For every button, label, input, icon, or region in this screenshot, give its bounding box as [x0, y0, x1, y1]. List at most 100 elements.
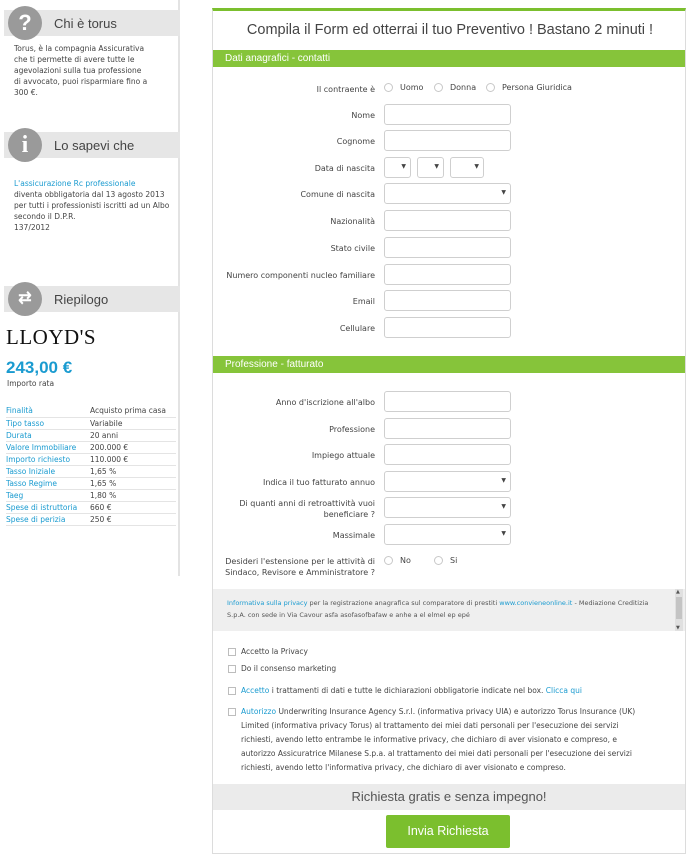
summary-table: Finalità Acquisto prima casa Tipo tasso Va… — [6, 405, 176, 527]
table-row: Finalità Acquisto prima casa — [6, 405, 176, 418]
section-title: Riepilogo — [54, 292, 109, 307]
accetto-privacy-checkbox[interactable] — [228, 648, 236, 656]
label-componenti-nucleo: Numero componenti nucleo familiare — [226, 271, 375, 280]
chi-e-torus-text: Torus, è la compagnia Assicurativa che t… — [14, 44, 148, 97]
radio-uomo[interactable]: Uomo — [384, 83, 423, 92]
birth-day-select[interactable]: ▼ — [384, 157, 411, 178]
price-value: 243,00 € — [6, 358, 73, 377]
radio-circle[interactable] — [486, 83, 495, 92]
table-row: Spese di perizia 250 € — [6, 513, 176, 527]
radio-circle[interactable] — [384, 556, 393, 565]
label-email: Email — [352, 297, 375, 306]
impiego-attuale-input[interactable] — [384, 444, 511, 465]
trattamenti-label: Accetto i trattamenti di dati e tutte le… — [241, 686, 583, 695]
radio-circle[interactable] — [434, 556, 443, 565]
accetto-link[interactable]: Accetto — [241, 686, 269, 695]
autorizzo-link[interactable]: Autorizzo — [241, 707, 276, 716]
question-icon: ? — [8, 6, 42, 40]
table-row: Spese di istruttoria 660 € — [6, 501, 176, 515]
label-comune-nascita: Comune di nascita — [300, 190, 375, 199]
privacy-link[interactable]: Informativa sulla privacy — [227, 599, 307, 607]
label-nazionalita: Nazionalità — [330, 217, 375, 226]
label-cellulare: Cellulare — [339, 324, 375, 333]
privacy-scrollbar[interactable]: ▲ ▼ — [675, 589, 683, 631]
accetto-privacy-label: Accetto la Privacy — [241, 647, 308, 656]
sidebar: ? Chi è torus Torus, è la compagnia Assi… — [0, 0, 180, 576]
chevron-down-icon: ▼ — [474, 163, 479, 170]
chevron-down-icon: ▼ — [501, 530, 506, 537]
label-estensione: Desideri l'estensione per le attività di… — [225, 557, 375, 577]
cta-banner: Richiesta gratis e senza impegno! — [213, 784, 685, 810]
chevron-down-icon: ▼ — [434, 163, 439, 170]
info-icon: i — [8, 128, 42, 162]
label-impiego-attuale: Impiego attuale — [311, 451, 375, 460]
radio-estensione-no[interactable]: No — [384, 556, 411, 565]
section-title: Chi è torus — [54, 16, 117, 31]
radio-circle[interactable] — [384, 83, 393, 92]
label-massimale: Massimale — [332, 531, 375, 540]
radio-circle[interactable] — [434, 83, 443, 92]
nome-input[interactable] — [384, 104, 511, 125]
label-anno-iscrizione: Anno d'iscrizione all'albo — [275, 398, 375, 407]
radio-estensione-si[interactable]: Si — [434, 556, 457, 565]
price-label: Importo rata — [7, 379, 55, 388]
site-link[interactable]: www.convieneonline.it — [499, 599, 572, 607]
label-retroattivita: Di quanti anni di retroattività vuoi ben… — [239, 499, 375, 519]
table-row: Taeg 1,80 % — [6, 489, 176, 503]
contraente-label: Il contraente è — [316, 85, 375, 94]
autorizzo-checkbox[interactable] — [228, 708, 236, 716]
marketing-label: Do il consenso marketing — [241, 664, 337, 673]
label-professione: Professione — [329, 425, 375, 434]
label-stato-civile: Stato civile — [330, 244, 375, 253]
scroll-thumb[interactable] — [676, 597, 682, 619]
massimale-select[interactable]: ▼ — [384, 524, 511, 545]
table-row: Tasso Regime 1,65 % — [6, 477, 176, 491]
table-row: Tipo tasso Variabile — [6, 417, 176, 430]
radio-donna[interactable]: Donna — [434, 83, 476, 92]
nazionalita-input[interactable] — [384, 210, 511, 231]
birth-year-select[interactable]: ▼ — [450, 157, 484, 178]
scroll-up-icon[interactable]: ▲ — [676, 589, 680, 595]
privacy-box: Informativa sulla privacy per la registr… — [213, 589, 685, 631]
clicca-qui-link[interactable]: Clicca qui — [546, 686, 582, 695]
swap-arrows-icon: ⇄ — [8, 282, 42, 316]
retroattivita-select[interactable]: ▼ — [384, 497, 511, 518]
table-row: Valore Immobiliare 200.000 € — [6, 441, 176, 454]
section-riepilogo-header: ⇄ Riepilogo — [4, 282, 180, 316]
scroll-down-icon[interactable]: ▼ — [676, 625, 680, 631]
section-title: Lo sapevi che — [54, 138, 135, 153]
section-lo-sapevi-header: i Lo sapevi che — [4, 128, 180, 162]
rc-professionale-link[interactable]: L'assicurazione Rc professionale — [14, 178, 174, 189]
label-fatturato: Indica il tuo fatturato annuo — [262, 478, 375, 487]
chevron-down-icon: ▼ — [501, 189, 506, 196]
fatturato-select[interactable]: ▼ — [384, 471, 511, 492]
birth-month-select[interactable]: ▼ — [417, 157, 444, 178]
marketing-checkbox[interactable] — [228, 665, 236, 673]
table-row: Importo richiesto 110.000 € — [6, 453, 176, 466]
label-nome: Nome — [351, 111, 375, 120]
cognome-input[interactable] — [384, 130, 511, 151]
chevron-down-icon: ▼ — [501, 477, 506, 484]
professione-input[interactable] — [384, 418, 511, 439]
insurer-logo: LLOYD'S — [6, 325, 97, 349]
anno-iscrizione-input[interactable] — [384, 391, 511, 412]
autorizzo-label: Autorizzo Underwriting Insurance Agency … — [241, 707, 636, 772]
section-bar-personal: Dati anagrafici - contatti — [213, 50, 685, 67]
stato-civile-input[interactable] — [384, 237, 511, 258]
submit-button[interactable]: Invia Richiesta — [386, 815, 510, 848]
radio-persona-giuridica[interactable]: Persona Giuridica — [486, 83, 572, 92]
cellulare-field[interactable] — [384, 317, 511, 338]
chevron-down-icon: ▼ — [401, 163, 406, 170]
quote-form: Compila il Form ed otterrai il tuo Preve… — [212, 8, 686, 854]
label-data-nascita: Data di nascita — [314, 164, 375, 173]
lo-sapevi-text: L'assicurazione Rc professionale diventa… — [14, 178, 174, 233]
table-row: Tasso Iniziale 1,65 % — [6, 465, 176, 479]
componenti-nucleo-input[interactable] — [384, 264, 511, 285]
section-chi-e-torus-header: ? Chi è torus — [4, 6, 180, 40]
chevron-down-icon: ▼ — [501, 503, 506, 510]
comune-nascita-select[interactable]: ▼ — [384, 183, 511, 204]
table-row: Durata 20 anni — [6, 429, 176, 442]
trattamenti-checkbox[interactable] — [228, 687, 236, 695]
email-field[interactable] — [384, 290, 511, 311]
section-bar-profession: Professione - fatturato — [213, 356, 685, 373]
